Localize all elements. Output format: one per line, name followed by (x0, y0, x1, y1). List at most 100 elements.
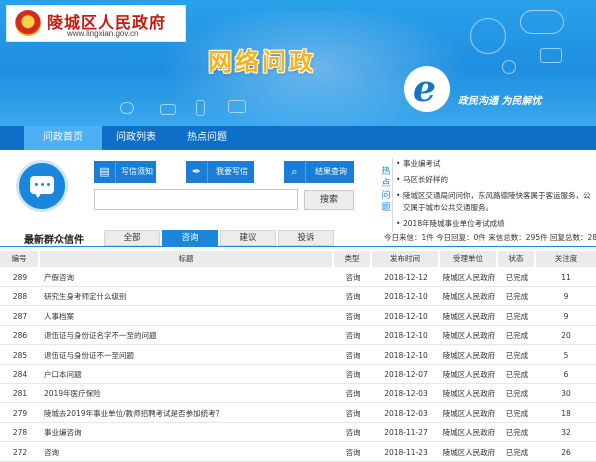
guide-button[interactable]: ▤ 写信须知 (94, 161, 156, 183)
tab-complaint[interactable]: 投诉 (278, 230, 334, 246)
col-header-unit: 受理单位 (440, 251, 498, 267)
cell-status: 已完成 (505, 311, 529, 321)
write-button-label: 我要写信 (216, 167, 248, 176)
hot-topic-item[interactable]: 事业编考试 (396, 158, 592, 170)
cell-type: 咨询 (345, 428, 361, 438)
cell-title[interactable]: 产假咨询 (44, 268, 332, 287)
chat-avatar-icon (16, 160, 68, 212)
tab-all[interactable]: 全部 (104, 230, 160, 246)
search-button[interactable]: 搜索 (304, 190, 354, 210)
cell-id: 287 (12, 311, 28, 321)
magnifier-icon: ⌕ (284, 161, 306, 183)
hot-topic-item[interactable]: 陵城区交通局问问你，东风路德陵快客属于客运服务，公交属于城市公共交通服务。 (396, 190, 592, 214)
table-header: 编号 标题 类型 发布时间 受理单位 状态 关注度 (0, 251, 596, 267)
cell-attention: 9 (563, 292, 569, 302)
mail-deco-icon (160, 104, 176, 115)
table-row[interactable]: 279 陵城去2019年事业单位/教师招聘考试是否参加统考？ 咨询 2018-12-0… (0, 404, 596, 423)
phone-deco-icon (196, 100, 205, 116)
cell-attention: 32 (561, 428, 571, 438)
cell-id: 281 (12, 389, 28, 399)
tab-suggest[interactable]: 建议 (220, 230, 276, 246)
cell-type: 咨询 (345, 350, 361, 360)
col-header-type: 类型 (334, 251, 372, 267)
col-header-date: 发布时间 (372, 251, 440, 267)
hot-topics-list: 事业编考试 马区长好样的 陵城区交通局问问你，东风路德陵快客属于客运服务，公交属… (396, 158, 592, 234)
chat-bubble-icon (30, 176, 54, 198)
letter-stats: 今日来信：1件 今日回复：0件 来信总数：295件 回复总数：280件 (384, 233, 596, 242)
cell-status: 已完成 (505, 350, 529, 360)
cell-attention: 9 (563, 311, 569, 321)
page-title: 网络问政 (208, 48, 316, 76)
table-row[interactable]: 288 研究生身考师定什么级别 咨询 2018-12-10 陵城区人民政府 已完成 9 (0, 287, 596, 307)
cell-title[interactable]: 退伍证与身份证不一至问题 (44, 346, 332, 365)
nav-item-hot[interactable]: 热点问题 (172, 126, 242, 150)
cell-status: 已完成 (505, 331, 529, 341)
table-row[interactable]: 278 事业编咨询 咨询 2018-11-27 陵城区人民政府 已完成 32 (0, 423, 596, 443)
cell-id: 285 (12, 350, 28, 360)
cell-id: 289 (12, 273, 28, 282)
cell-id: 272 (12, 447, 28, 457)
cell-title[interactable]: 研究生身考师定什么级别 (44, 287, 332, 306)
write-letter-button[interactable]: ✒ 我要写信 (186, 161, 254, 183)
hot-topic-item[interactable]: 马区长好样的 (396, 174, 592, 186)
cell-title[interactable]: 咨询 (44, 443, 332, 462)
hot-topic-item[interactable]: 2018年陵城事业单位考试成绩 (396, 218, 592, 230)
table-row[interactable]: 285 退伍证与身份证不一至问题 咨询 2018-12-10 陵城区人民政府 已完成 5 (0, 346, 596, 365)
cell-unit: 陵城区人民政府 (442, 447, 496, 457)
cell-unit: 陵城区人民政府 (442, 408, 496, 418)
e-logo-letter: e (413, 68, 436, 110)
col-header-status: 状态 (498, 251, 536, 267)
cell-date: 2018-12-12 (384, 273, 428, 282)
cell-id: 279 (12, 408, 28, 418)
tab-consult[interactable]: 咨询 (162, 230, 218, 246)
cell-attention: 20 (561, 331, 571, 341)
cell-status: 已完成 (505, 447, 529, 457)
cell-type: 咨询 (345, 331, 361, 341)
bubble-dot (41, 183, 44, 186)
nav-item-home[interactable]: 问政首页 (24, 126, 102, 150)
cell-date: 2018-12-03 (384, 408, 428, 418)
cell-unit: 陵城区人民政府 (442, 350, 496, 360)
search-input[interactable] (94, 189, 298, 210)
cell-title[interactable]: 陵城去2019年事业单位/教师招聘考试是否参加统考？ (44, 404, 332, 423)
nav-item-list[interactable]: 问政列表 (102, 126, 170, 150)
header-banner: 陵城区人民政府 www.lingxian.gov.cn 网络问政 e 政民沟通 … (0, 0, 596, 126)
table-row[interactable]: 287 人事档案 咨询 2018-12-10 陵城区人民政府 已完成 9 (0, 307, 596, 326)
cell-id: 284 (12, 370, 28, 379)
table-row[interactable]: 272 咨询 咨询 2018-11-23 陵城区人民政府 已完成 26 (0, 443, 596, 462)
cell-attention: 6 (563, 370, 569, 379)
col-header-title: 标题 (40, 251, 334, 267)
result-query-button[interactable]: ⌕ 结果查询 (284, 161, 354, 183)
guide-button-label: 写信须知 (121, 167, 153, 176)
bubble-dot (47, 183, 50, 186)
cell-unit: 陵城区人民政府 (442, 273, 496, 282)
cell-date: 2018-11-23 (384, 447, 428, 457)
cell-title[interactable]: 人事档案 (44, 307, 332, 326)
cell-title[interactable]: 2019年医疗保险 (44, 384, 332, 403)
national-emblem-icon (15, 10, 41, 36)
site-url: www.lingxian.gov.cn (67, 29, 139, 38)
cell-unit: 陵城区人民政府 (442, 389, 496, 399)
site-logo[interactable]: 陵城区人民政府 www.lingxian.gov.cn (6, 5, 186, 42)
user-deco-icon (502, 60, 516, 74)
cell-title[interactable]: 退伍证与身份证名字不一至的问题 (44, 326, 332, 345)
cell-type: 咨询 (345, 389, 361, 399)
cell-id: 278 (12, 428, 28, 438)
pen-icon: ✒ (186, 161, 208, 183)
document-icon: ▤ (94, 161, 116, 183)
main-nav: 问政首页 问政列表 热点问题 (0, 126, 596, 150)
cell-date: 2018-12-10 (384, 350, 428, 360)
cell-status: 已完成 (505, 273, 529, 282)
cell-status: 已完成 (505, 292, 529, 302)
cell-attention: 26 (561, 447, 571, 457)
table-row[interactable]: 286 退伍证与身份证名字不一至的问题 咨询 2018-12-10 陵城区人民政府 已完成… (0, 326, 596, 346)
slogan: 政民沟通 为民解忧 (458, 96, 542, 107)
cell-title[interactable]: 户口本问题 (44, 365, 332, 384)
col-header-id: 编号 (0, 251, 40, 267)
table-row[interactable]: 289 产假咨询 咨询 2018-12-12 陵城区人民政府 已完成 11 (0, 268, 596, 287)
e-logo-icon: e (404, 66, 450, 112)
cell-title[interactable]: 事业编咨询 (44, 423, 332, 442)
table-row[interactable]: 284 户口本问题 咨询 2018-12-07 陵城区人民政府 已完成 6 (0, 365, 596, 384)
cell-status: 已完成 (505, 389, 529, 399)
table-row[interactable]: 281 2019年医疗保险 咨询 2018-12-03 陵城区人民政府 已完成 30 (0, 384, 596, 404)
